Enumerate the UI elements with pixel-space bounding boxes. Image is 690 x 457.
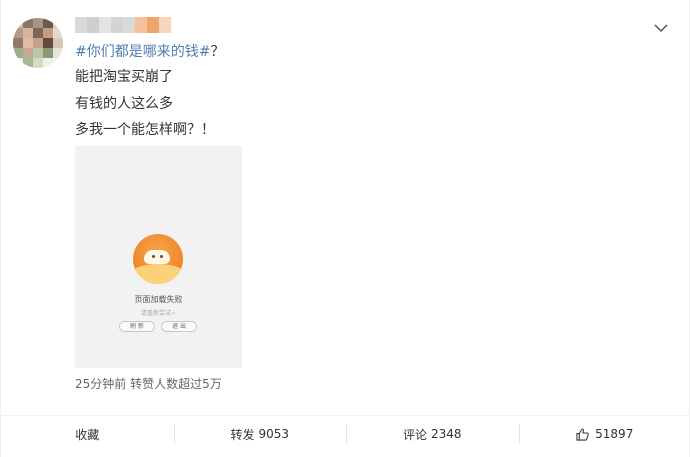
- repost-label: 转发: [230, 427, 255, 442]
- post-topic-line: #你们都是哪来的钱#？: [75, 42, 224, 62]
- post-text-line: 能把淘宝买崩了: [75, 69, 173, 85]
- error-mascot-icon: [133, 234, 183, 284]
- post-image-thumbnail[interactable]: 页面加载失败 请重新尝试~ 刷 新 退 出: [75, 146, 242, 368]
- load-failed-title: 页面加载失败: [134, 295, 183, 304]
- post-text-line: 有钱的人这么多: [75, 96, 173, 112]
- post-text-line: 多我一个能怎样啊？！: [75, 122, 215, 138]
- comment-label: 评论: [402, 427, 427, 442]
- comment-button[interactable]: 评论 2348: [346, 416, 519, 452]
- topic-suffix: ？: [210, 44, 225, 60]
- action-bar: 收藏 转发 9053 评论 2348 51897: [1, 416, 690, 452]
- exit-button: 退 出: [161, 321, 197, 332]
- favorite-label: 收藏: [75, 427, 100, 442]
- post-meta: 25分钟前 转赞人数超过5万: [75, 377, 222, 391]
- repost-button[interactable]: 转发 9053: [173, 416, 347, 452]
- avatar[interactable]: [13, 18, 63, 68]
- refresh-button: 刷 新: [119, 321, 155, 332]
- username-pixelated[interactable]: [75, 17, 171, 33]
- repost-count: 9053: [258, 427, 290, 441]
- thumbs-up-icon: [576, 428, 589, 441]
- topic-link[interactable]: #你们都是哪来的钱#: [75, 44, 210, 60]
- load-failed-hint: 请重新尝试~: [140, 310, 177, 317]
- weibo-post-card: #你们都是哪来的钱#？ 能把淘宝买崩了 有钱的人这么多 多我一个能怎样啊？！ 页…: [0, 0, 690, 457]
- favorite-button[interactable]: 收藏: [1, 416, 174, 452]
- comment-count: 2348: [430, 427, 462, 441]
- chevron-down-icon[interactable]: [651, 20, 671, 36]
- like-count: 51897: [595, 427, 634, 441]
- like-button[interactable]: 51897: [518, 416, 690, 452]
